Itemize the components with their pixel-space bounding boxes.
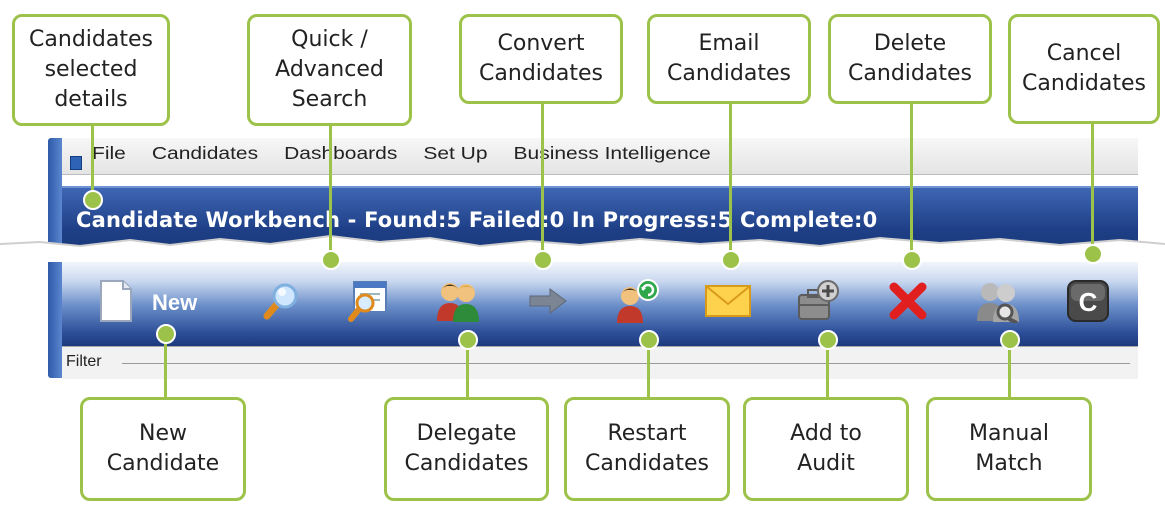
convert-candidates-button[interactable] [524, 278, 572, 324]
cancel-candidates-button[interactable]: C [1064, 278, 1112, 324]
pointer-dot [533, 250, 553, 270]
callout-manual-match: Manual Match [926, 397, 1092, 501]
add-audit-icon [798, 280, 839, 320]
svg-text:C: C [1079, 287, 1098, 317]
menu-bar: File Candidates Dashboards Set Up Busine… [62, 138, 1138, 175]
torn-edge [0, 234, 1165, 262]
leader-line [910, 102, 913, 258]
callout-cancel-candidates: Cancel Candidates [1008, 14, 1160, 124]
pointer-dot [721, 250, 741, 270]
convert-arrow-icon [529, 288, 567, 314]
quick-search-button[interactable] [256, 278, 304, 324]
pointer-dot [1000, 330, 1020, 350]
callout-selected-details: Candidates selected details [12, 14, 170, 126]
leader-line [91, 120, 94, 198]
pointer-dot [639, 330, 659, 350]
manual-match-button[interactable] [974, 278, 1022, 324]
callout-email-candidates: Email Candidates [647, 14, 811, 104]
delegate-candidates-button[interactable] [434, 278, 482, 324]
delegate-people-icon [437, 283, 479, 322]
filter-label: Filter [66, 353, 102, 370]
leader-line [729, 102, 732, 258]
menu-set-up[interactable]: Set Up [423, 144, 487, 164]
callout-convert-candidates: Convert Candidates [459, 14, 623, 104]
toolbar: New C [62, 256, 1138, 346]
add-to-audit-button[interactable] [794, 278, 842, 324]
restart-candidates-button[interactable] [614, 278, 662, 324]
menu-candidates[interactable]: Candidates [152, 144, 258, 164]
callout-restart-candidates: Restart Candidates [564, 397, 730, 501]
cancel-c-icon: C [1067, 280, 1109, 322]
advanced-search-icon [348, 281, 387, 322]
envelope-icon [705, 285, 751, 317]
magnifier-icon [263, 283, 298, 320]
pointer-dot [156, 324, 176, 344]
delete-x-icon [889, 282, 927, 320]
menu-items: File Candidates Dashboards Set Up Busine… [92, 144, 711, 168]
pointer-dot [458, 330, 478, 350]
filter-divider [122, 363, 1130, 364]
restart-person-icon [617, 279, 659, 323]
menu-dashboards[interactable]: Dashboards [284, 144, 397, 164]
pointer-dot [818, 330, 838, 350]
leader-line [541, 102, 544, 258]
email-candidates-button[interactable] [704, 278, 752, 324]
menu-file[interactable]: File [92, 144, 126, 164]
pointer-dot [1083, 244, 1103, 264]
pointer-dot [321, 250, 341, 270]
callout-new-candidate: New Candidate [80, 397, 246, 501]
manual-match-icon [977, 283, 1019, 323]
callout-add-to-audit: Add to Audit [743, 397, 909, 501]
delete-candidates-button[interactable] [884, 278, 932, 324]
new-candidate-button[interactable] [92, 278, 140, 324]
pointer-dot [83, 190, 103, 210]
pointer-dot [902, 250, 922, 270]
advanced-search-button[interactable] [344, 278, 392, 324]
filter-panel: Filter [62, 346, 1138, 379]
callout-quick-advanced-search: Quick / Advanced Search [247, 14, 412, 126]
app-menu-icon[interactable] [70, 156, 82, 170]
new-button-label[interactable]: New [152, 290, 197, 316]
leader-line [1091, 122, 1094, 252]
new-document-icon [100, 280, 132, 322]
callout-delegate-candidates: Delegate Candidates [384, 397, 549, 501]
leader-line [329, 122, 332, 258]
callout-delete-candidates: Delete Candidates [828, 14, 992, 104]
